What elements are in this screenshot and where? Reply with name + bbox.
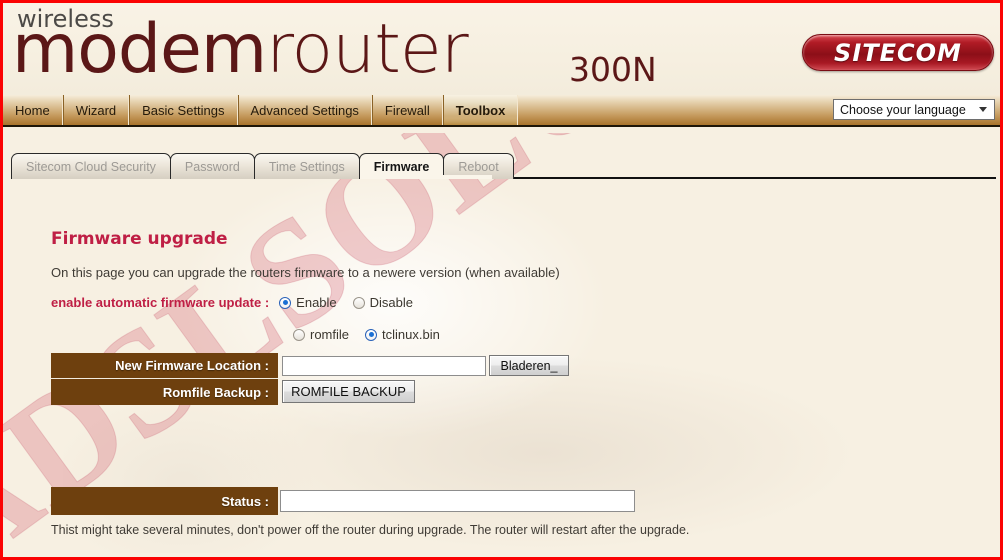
main-navigation: Home Wizard Basic Settings Advanced Sett…	[3, 95, 1000, 127]
nav-item-label: Wizard	[75, 102, 117, 118]
nav-item-label: Basic Settings	[142, 102, 225, 118]
subtab-label: Time Settings	[268, 159, 345, 174]
radio-enable[interactable]: Enable	[279, 295, 337, 310]
page-header: wireless modemrouter 300N SITECOM	[3, 3, 1000, 95]
subtab-label: Reboot	[458, 159, 499, 174]
language-select-value: Choose your language	[840, 102, 966, 117]
nav-item-label: Advanced Settings	[250, 102, 359, 118]
router-admin-window: wireless modemrouter 300N SITECOM Home W…	[0, 0, 1003, 560]
active-tab-rule-mask	[408, 175, 492, 179]
radio-romfile-indicator[interactable]	[293, 328, 305, 341]
nav-item-label: Toolbox	[455, 102, 506, 118]
subtab-time-settings[interactable]: Time Settings	[253, 153, 360, 179]
label-new-firmware-location: New Firmware Location :	[51, 353, 278, 379]
nav-item-label: Firewall	[384, 102, 430, 118]
radio-romfile[interactable]: romfile	[293, 327, 349, 342]
radio-disable-indicator[interactable]	[352, 296, 365, 309]
radio-tclinux-bin-label: tclinux.bin	[382, 327, 440, 342]
brand-title: modemrouter	[12, 16, 469, 84]
radio-tclinux-bin[interactable]: tclinux.bin	[365, 327, 440, 342]
page-body: Sitecom Cloud Security Password Time Set…	[3, 129, 1000, 557]
nav-item-toolbox[interactable]: Toolbox	[442, 95, 519, 125]
nav-item-basic-settings[interactable]: Basic Settings	[129, 95, 238, 125]
radio-enable-label: Enable	[296, 295, 337, 310]
auto-update-row: enable automatic firmware update : Enabl…	[51, 295, 429, 310]
new-firmware-location-input[interactable]	[282, 356, 486, 376]
upgrade-footnote: Thist might take several minutes, don't …	[51, 523, 690, 537]
page-description: On this page you can upgrade the routers…	[51, 265, 560, 280]
brand-modem: modem	[12, 10, 267, 89]
browse-button[interactable]: Bladeren_	[489, 355, 569, 376]
radio-tclinux-bin-indicator[interactable]	[365, 328, 378, 341]
auto-update-label: enable automatic firmware update :	[51, 295, 270, 310]
nav-item-wizard[interactable]: Wizard	[62, 95, 130, 125]
sitecom-logo: SITECOM	[802, 34, 994, 71]
label-romfile-backup: Romfile Backup :	[51, 379, 278, 405]
brand-model: 300N	[569, 50, 657, 89]
nav-item-firewall[interactable]: Firewall	[371, 95, 443, 125]
nav-item-label: Home	[15, 102, 50, 118]
auto-update-radio-group: Enable Disable	[279, 295, 429, 310]
subtab-label: Password	[184, 159, 240, 174]
subtab-label: Sitecom Cloud Security	[26, 159, 156, 174]
brand-router: router	[266, 10, 469, 89]
language-select[interactable]: Choose your language	[833, 99, 995, 120]
subtab-sitecom-cloud-security[interactable]: Sitecom Cloud Security	[11, 153, 171, 179]
status-field	[280, 490, 635, 512]
label-status: Status :	[51, 487, 278, 515]
nav-item-advanced-settings[interactable]: Advanced Settings	[237, 95, 372, 125]
subtab-label: Firmware	[373, 159, 430, 174]
radio-disable[interactable]: Disable	[352, 295, 414, 310]
romfile-backup-button[interactable]: ROMFILE BACKUP	[282, 380, 415, 403]
sitecom-logo-text: SITECOM	[834, 38, 962, 67]
chevron-down-icon	[979, 107, 987, 112]
image-type-radio-group: romfile tclinux.bin	[293, 327, 456, 342]
subtab-password[interactable]: Password	[169, 153, 255, 179]
nav-item-home[interactable]: Home	[3, 95, 63, 125]
radio-romfile-label: romfile	[310, 327, 350, 342]
radio-disable-label: Disable	[369, 295, 414, 310]
page-title: Firmware upgrade	[51, 229, 228, 249]
radio-enable-indicator[interactable]	[279, 296, 292, 309]
